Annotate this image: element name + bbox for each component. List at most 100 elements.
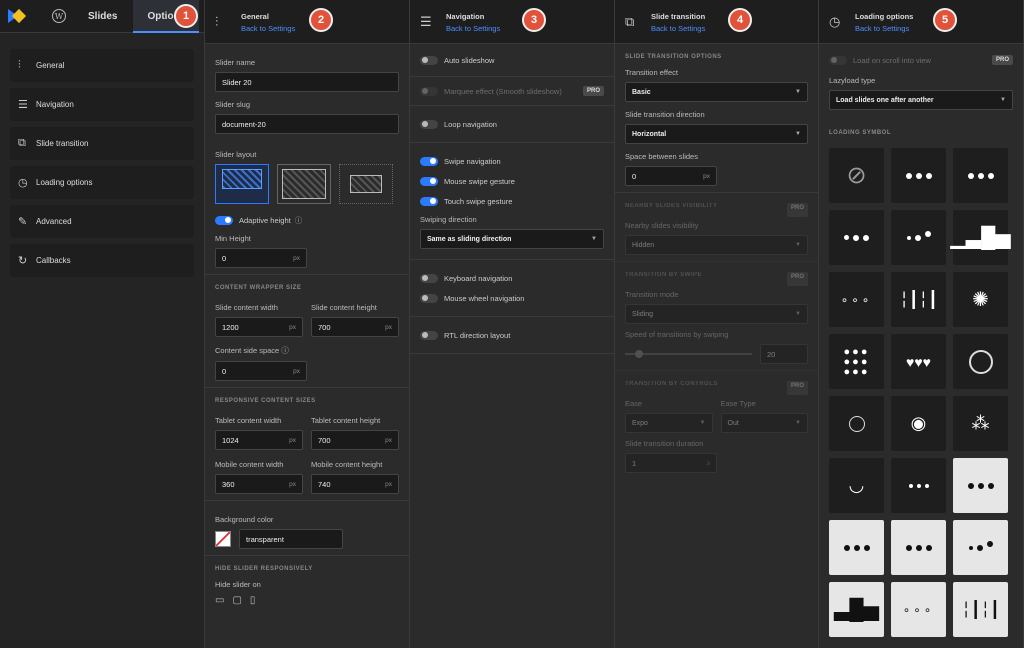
mouse-wheel-toggle[interactable]: Mouse wheel navigation [420,288,604,308]
transition-effect-select[interactable]: Basic ▼ [625,82,808,102]
side-space-input[interactable]: 0 px [215,361,307,381]
nearby-visibility-select: Hidden ▼ [625,235,808,255]
symbol-small-dots[interactable] [891,458,946,513]
symbol-dots-light[interactable] [891,520,946,575]
symbol-dots[interactable] [891,148,946,203]
symbol-wave-light[interactable]: ╎┃╎┃ [953,582,1008,637]
mobile-icon[interactable]: ▯ [250,595,256,606]
content-height-input[interactable]: 700 px [311,317,399,337]
symbol-spinner[interactable]: ✺ [953,272,1008,327]
symbol-ring[interactable] [953,334,1008,389]
swiping-direction-select[interactable]: Same as sliding direction ▼ [420,229,604,249]
responsive-sizes-section: RESPONSIVE CONTENT SIZES Tablet content … [205,388,409,501]
slider-slug-label: Slider slug [215,100,251,109]
tab-slides[interactable]: Slides [88,11,117,22]
auto-slideshow-toggle[interactable]: Auto slideshow [420,50,604,70]
slider-name-label: Slider name [215,58,256,67]
slide-space-input[interactable]: 0 px [625,166,717,186]
tablet-icon[interactable]: ▢ [232,595,241,606]
symbol-dots-light[interactable] [953,458,1008,513]
symbol-target[interactable]: ◉ [891,396,946,451]
symbol-bounce-light[interactable]: ∘∘∘ [891,582,946,637]
refresh-icon: ↻ [18,255,28,267]
tablet-height-input[interactable]: 700 px [311,430,399,450]
ease-type-select: Out ▼ [720,413,808,433]
clock-icon: ◷ [18,177,28,189]
arc-icon: ◡ [848,475,865,495]
symbol-dots-light[interactable] [829,520,884,575]
layout-option-boxed[interactable] [215,164,269,204]
logo-icon[interactable] [8,7,27,25]
symbol-grid[interactable]: ●●● ●●● ●●● [829,334,884,389]
symbol-dots-light[interactable] [953,520,1008,575]
panel-title: General [241,11,269,21]
color-swatch[interactable] [215,531,231,547]
spinner-icon: ✺ [972,289,989,311]
wordpress-icon[interactable]: W [52,9,66,23]
sidebar-item-navigation[interactable]: ☰ Navigation [10,88,194,121]
hide-slider-section: HIDE SLIDER RESPONSIVELY Hide slider on … [215,566,313,606]
circles-icon: ∘∘∘ [840,292,873,307]
slider-name-input[interactable]: Slider 20 [215,72,399,92]
slider-slug-input[interactable]: document-20 [215,114,399,134]
touch-swipe-toggle[interactable]: Touch swipe gesture [420,191,604,211]
back-to-settings-link[interactable]: Back to Settings [651,24,705,33]
step-badge-4: 4 [728,8,752,32]
layout-option-fullwidth[interactable] [277,164,331,204]
transition-mode-select: Sliding ▼ [625,304,808,324]
transition-header: ⧉ Slide transition Back to Settings 4 [615,0,818,44]
symbol-hearts[interactable]: ♥♥♥ [891,334,946,389]
content-width-input[interactable]: 1200 px [215,317,303,337]
symbol-dots[interactable] [891,210,946,265]
background-color-input[interactable]: transparent [239,529,343,549]
back-to-settings-link[interactable]: Back to Settings [241,24,295,33]
layout-options [215,164,399,204]
app: W Slides Options 1 ⫶ General ☰ Navigation … [0,0,1024,648]
back-to-settings-link[interactable]: Back to Settings [855,24,913,33]
mouse-swipe-toggle[interactable]: Mouse swipe gesture [420,171,604,191]
transition-icon: ⧉ [625,14,635,29]
desktop-icon[interactable]: ▭ [215,595,224,606]
info-icon: ⓘ [294,215,303,225]
rtl-layout-toggle[interactable]: RTL direction layout [420,325,604,345]
bars-icon: ▃█▅ [834,599,879,621]
sidebar-item-advanced[interactable]: ✎ Advanced [10,205,194,238]
adaptive-height-toggle[interactable]: Adaptive height ⓘ [215,210,399,230]
navigation-panel: ☰ Navigation Back to Settings 3 Auto slid… [410,0,615,648]
swipe-speed-slider: 20 [625,344,808,364]
general-basic-section: Slider name Slider 20 Slider slug docume… [205,44,409,275]
sidebar-panel: W Slides Options 1 ⫶ General ☰ Navigation … [0,0,205,648]
navigation-header: ☰ Navigation Back to Settings 3 [410,0,614,44]
tablet-width-input[interactable]: 1024 px [215,430,303,450]
keyboard-navigation-toggle[interactable]: Keyboard navigation [420,268,604,288]
layout-option-fullscreen[interactable] [339,164,393,204]
min-height-input[interactable]: 0 px [215,248,307,268]
symbol-dots[interactable] [953,148,1008,203]
step-badge-5: 5 [933,8,957,32]
symbol-bars-light[interactable]: ▃█▅ [829,582,884,637]
sidebar-item-slide-transition[interactable]: ⧉ Slide transition [10,127,194,160]
sidebar-item-callbacks[interactable]: ↻ Callbacks [10,244,194,277]
symbol-none[interactable]: ⊘ [829,148,884,203]
swipe-navigation-toggle[interactable]: Swipe navigation [420,151,604,171]
symbol-wave[interactable]: ╎┃╎┃ [891,272,946,327]
loop-navigation-toggle[interactable]: Loop navigation [420,114,604,134]
mobile-height-input[interactable]: 740 px [311,474,399,494]
wrapper-size-section: CONTENT WRAPPER SIZE Slide content width… [205,275,409,388]
mobile-width-input[interactable]: 360 px [215,474,303,494]
symbol-dots[interactable] [829,210,884,265]
loading-panel: ◷ Loading options Back to Settings 5 Load… [819,0,1024,648]
back-to-settings-link[interactable]: Back to Settings [446,24,500,33]
symbol-circle[interactable] [829,396,884,451]
transition-direction-select[interactable]: Horizontal ▼ [625,124,808,144]
symbol-bars[interactable]: ▁▃█▅ [950,210,1011,265]
sidebar-item-general[interactable]: ⫶ General [10,49,194,82]
wave-icon: ╎┃╎┃ [961,601,1000,619]
target-icon: ◉ [910,413,927,433]
lazyload-type-select[interactable]: Load slides one after another ▼ [829,90,1013,110]
circles-icon: ∘∘∘ [902,602,935,617]
symbol-dot-ring[interactable]: ⁂ [953,396,1008,451]
symbol-bounce[interactable]: ∘∘∘ [829,272,884,327]
symbol-arc[interactable]: ◡ [829,458,884,513]
sidebar-item-loading-options[interactable]: ◷ Loading options [10,166,194,199]
